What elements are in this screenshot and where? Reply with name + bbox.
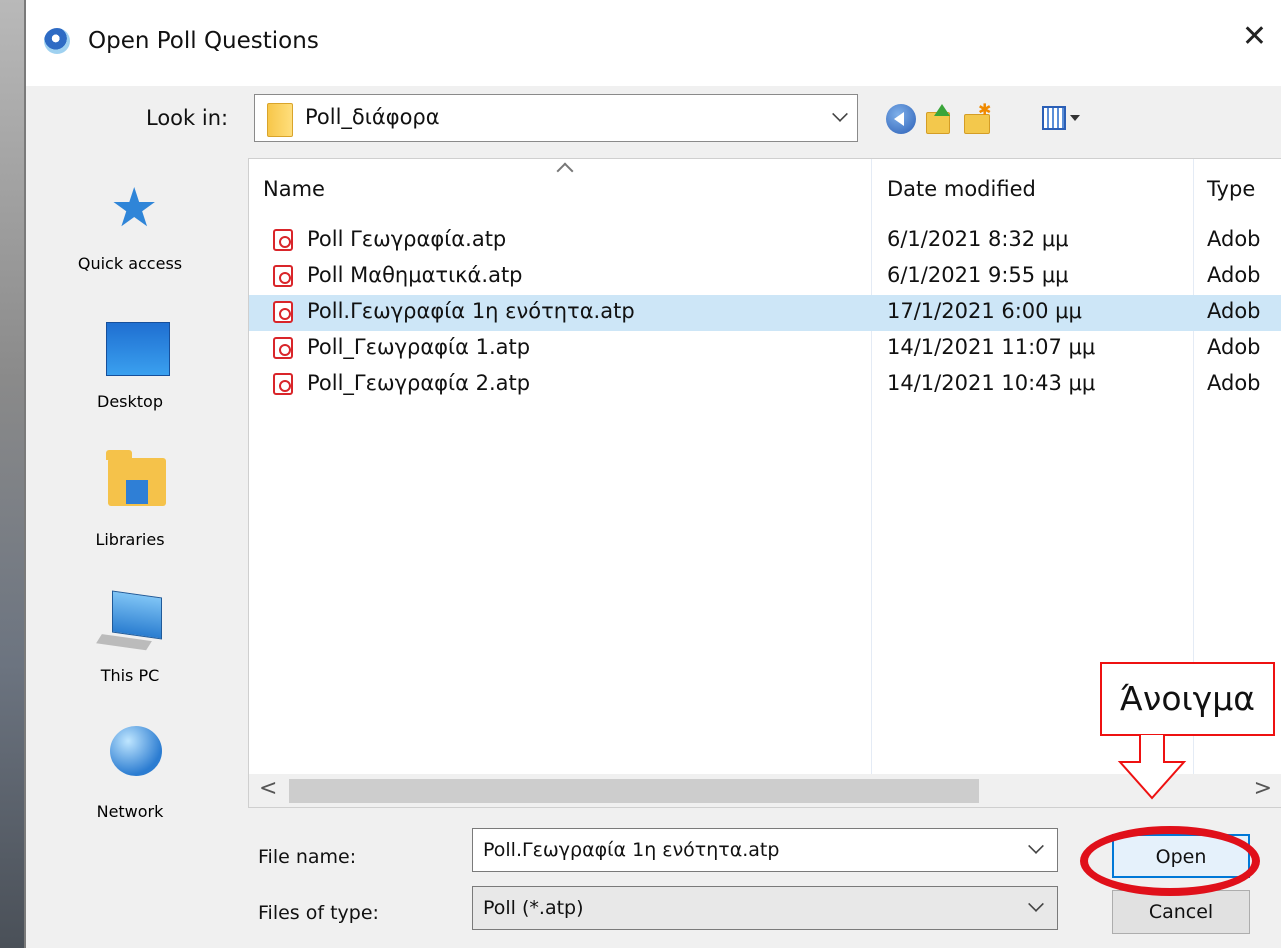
file-name: Poll_Γεωγραφία 1.atp bbox=[307, 335, 531, 359]
filetype-dropdown[interactable]: Poll (*.atp) bbox=[472, 886, 1058, 930]
scroll-thumb[interactable] bbox=[289, 779, 979, 803]
file-type: Adob bbox=[1207, 263, 1261, 287]
chevron-down-icon bbox=[1028, 896, 1044, 912]
file-name: Poll Γεωγραφία.atp bbox=[307, 227, 507, 251]
scroll-right-icon[interactable]: > bbox=[1254, 776, 1272, 801]
filename-label: File name: bbox=[258, 846, 357, 868]
file-date: 6/1/2021 8:32 μμ bbox=[887, 227, 1069, 251]
scroll-left-icon[interactable]: < bbox=[259, 776, 277, 801]
pdf-file-icon bbox=[273, 373, 293, 395]
lookin-value: Poll_διάφορα bbox=[305, 105, 440, 129]
file-type: Adob bbox=[1207, 335, 1261, 359]
this-pc-icon[interactable] bbox=[112, 590, 162, 640]
filetype-value: Poll (*.atp) bbox=[483, 897, 584, 919]
file-row[interactable]: Poll_Γεωγραφία 2.atp 14/1/2021 10:43 μμ … bbox=[249, 367, 1281, 403]
file-row-selected[interactable]: Poll.Γεωγραφία 1η ενότητα.atp 17/1/2021 … bbox=[249, 295, 1281, 331]
pdf-file-icon bbox=[273, 301, 293, 323]
background-desktop bbox=[0, 0, 24, 948]
open-dialog: Open Poll Questions ✕ Look in: Poll_διάφ… bbox=[24, 0, 1281, 948]
pdf-file-icon bbox=[273, 229, 293, 251]
column-header-name[interactable]: Name bbox=[263, 177, 325, 201]
new-folder-icon[interactable] bbox=[962, 100, 992, 134]
file-row[interactable]: Poll Γεωγραφία.atp 6/1/2021 8:32 μμ Adob bbox=[249, 223, 1281, 259]
file-type: Adob bbox=[1207, 299, 1261, 323]
file-type: Adob bbox=[1207, 371, 1261, 395]
file-name: Poll Μαθηματικά.atp bbox=[307, 263, 523, 287]
file-date: 6/1/2021 9:55 μμ bbox=[887, 263, 1069, 287]
file-row[interactable]: Poll_Γεωγραφία 1.atp 14/1/2021 11:07 μμ … bbox=[249, 331, 1281, 367]
app-icon bbox=[44, 28, 70, 54]
place-desktop[interactable]: Desktop bbox=[26, 392, 234, 411]
file-date: 17/1/2021 6:00 μμ bbox=[887, 299, 1082, 323]
filetype-label: Files of type: bbox=[258, 902, 379, 924]
desktop-icon[interactable] bbox=[106, 322, 170, 376]
libraries-icon[interactable] bbox=[106, 450, 166, 506]
file-name: Poll.Γεωγραφία 1η ενότητα.atp bbox=[307, 299, 635, 323]
file-name: Poll_Γεωγραφία 2.atp bbox=[307, 371, 531, 395]
window-title: Open Poll Questions bbox=[88, 28, 319, 54]
title-bar: Open Poll Questions ✕ bbox=[26, 0, 1281, 86]
lookin-dropdown[interactable]: Poll_διάφορα bbox=[254, 94, 858, 142]
file-date: 14/1/2021 11:07 μμ bbox=[887, 335, 1096, 359]
lookin-label: Look in: bbox=[146, 106, 229, 130]
file-row[interactable]: Poll Μαθηματικά.atp 6/1/2021 9:55 μμ Ado… bbox=[249, 259, 1281, 295]
folder-icon bbox=[267, 103, 293, 137]
column-header-type[interactable]: Type bbox=[1207, 177, 1255, 201]
column-header-date[interactable]: Date modified bbox=[887, 177, 1036, 201]
view-grid-icon bbox=[1042, 106, 1066, 130]
place-network[interactable]: Network bbox=[26, 802, 234, 821]
network-icon[interactable] bbox=[110, 726, 162, 776]
chevron-down-icon bbox=[832, 106, 848, 122]
filename-value: Poll.Γεωγραφία 1η ενότητα.atp bbox=[483, 839, 780, 861]
file-type: Adob bbox=[1207, 227, 1261, 251]
quick-access-icon[interactable] bbox=[110, 176, 158, 239]
pdf-file-icon bbox=[273, 337, 293, 359]
file-date: 14/1/2021 10:43 μμ bbox=[887, 371, 1096, 395]
pdf-file-icon bbox=[273, 265, 293, 287]
places-bar: Quick access Desktop Libraries This PC N… bbox=[26, 158, 234, 848]
back-icon[interactable] bbox=[886, 104, 916, 134]
up-folder-icon[interactable] bbox=[924, 104, 954, 134]
sort-up-icon bbox=[556, 162, 574, 180]
view-menu-icon[interactable] bbox=[1042, 104, 1082, 134]
annotation-highlight-ring bbox=[1080, 826, 1260, 896]
annotation-arrow-icon bbox=[1117, 734, 1187, 800]
dropdown-arrow-icon bbox=[1070, 115, 1080, 121]
place-this-pc[interactable]: This PC bbox=[26, 666, 234, 685]
place-libraries[interactable]: Libraries bbox=[26, 530, 234, 549]
close-icon[interactable]: ✕ bbox=[1242, 22, 1267, 52]
cancel-button[interactable]: Cancel bbox=[1112, 890, 1250, 934]
chevron-down-icon[interactable] bbox=[1028, 838, 1044, 854]
annotation-callout: Άνοιγμα bbox=[1100, 662, 1275, 736]
place-quick-access[interactable]: Quick access bbox=[26, 254, 234, 273]
filename-input[interactable]: Poll.Γεωγραφία 1η ενότητα.atp bbox=[472, 828, 1058, 872]
